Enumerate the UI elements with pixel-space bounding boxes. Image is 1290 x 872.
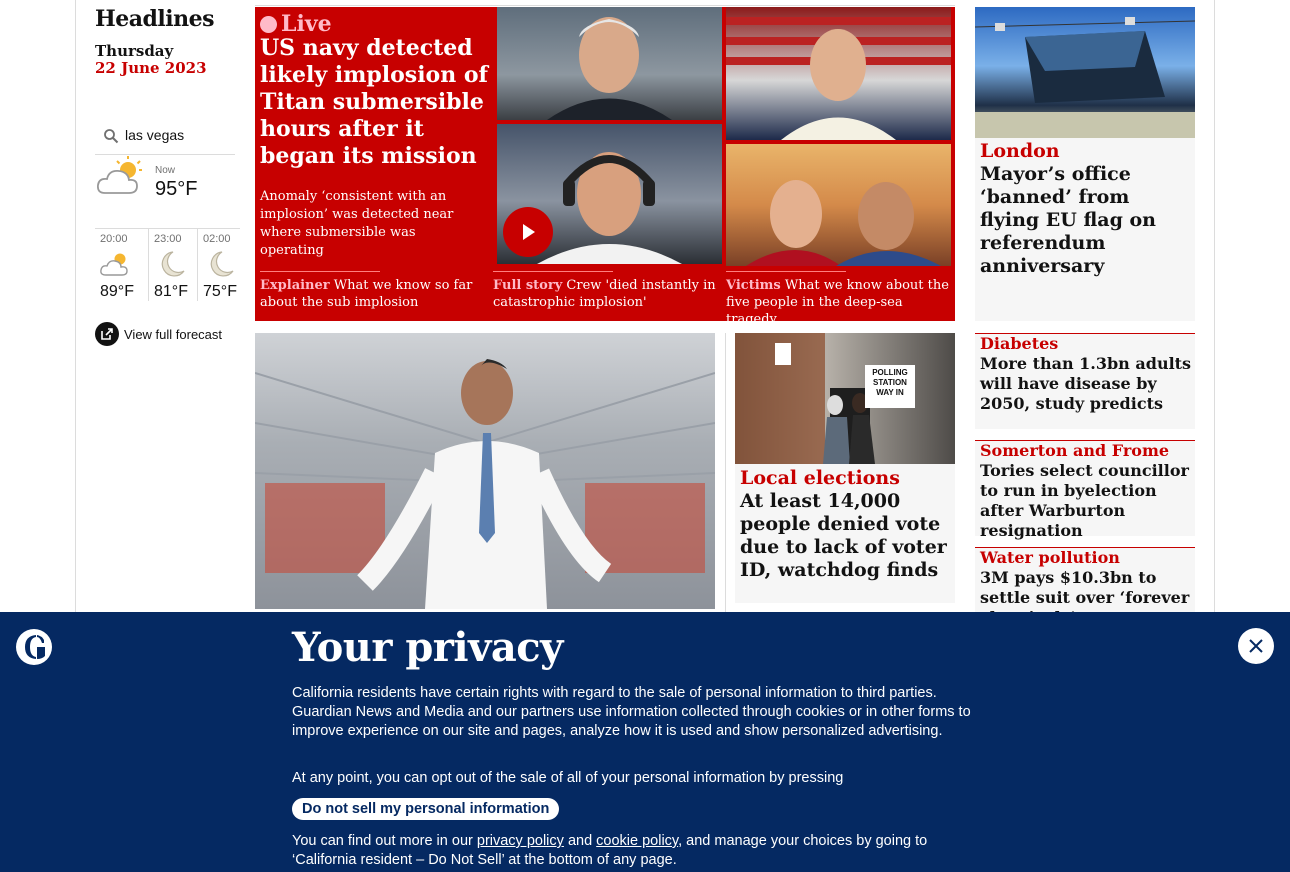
- diabetes-kicker: Diabetes: [980, 334, 1059, 353]
- live-label: Live: [281, 11, 332, 37]
- moon-icon: [210, 251, 234, 277]
- photo-father-son[interactable]: [726, 144, 951, 266]
- photo-city-hall: [974, 7, 1196, 138]
- view-full-forecast-label: View full forecast: [124, 326, 223, 342]
- local-elections-kicker: Local elections: [740, 467, 900, 489]
- lead-standfirst: Anomaly ‘consistent with an implosion’ w…: [260, 189, 454, 258]
- water-pollution-kicker: Water pollution: [980, 548, 1120, 567]
- date-full: 22 June 2023: [95, 59, 207, 77]
- forecast-time: 20:00: [100, 233, 128, 245]
- column-divider: [725, 333, 726, 613]
- somerton-kicker: Somerton and Frome: [980, 441, 1170, 460]
- play-button[interactable]: [503, 207, 553, 257]
- sublink-kicker: Full story: [493, 278, 563, 293]
- now-label: Now: [155, 165, 176, 176]
- photo-rishi-sunak-warehouse[interactable]: [254, 333, 716, 609]
- moon-icon: [161, 251, 185, 277]
- privacy-para-2: At any point, you can opt out of the sal…: [292, 770, 844, 786]
- forecast-time: 23:00: [154, 233, 182, 245]
- partly-cloudy-icon: [96, 156, 142, 194]
- top-rule: [255, 5, 955, 6]
- close-button[interactable]: [1238, 628, 1274, 664]
- live-dot-icon: [260, 15, 277, 33]
- london-card[interactable]: London Mayor’s office ‘banned’ from flyi…: [974, 7, 1196, 321]
- sublink-victims[interactable]: Victims What we know about the five peop…: [726, 271, 951, 328]
- headlines-title: Headlines: [95, 6, 215, 32]
- close-icon: [1249, 639, 1263, 653]
- privacy-banner: Your privacy California residents have c…: [0, 612, 1290, 872]
- sublink-rule: [493, 271, 613, 272]
- hourly-forecast: 20:00 89°F 23:00 81°F 02:00 75°F: [95, 228, 240, 301]
- london-headline[interactable]: Mayor’s office ‘banned’ from flying EU f…: [980, 163, 1192, 278]
- forecast-temp: 75°F: [203, 283, 237, 300]
- weather-location-input[interactable]: las vegas: [95, 122, 235, 155]
- lead-text: Live US navy detected likely implosion o…: [255, 7, 493, 277]
- forecast-time: 02:00: [203, 233, 231, 245]
- privacy-para-1: California residents have certain rights…: [292, 685, 971, 739]
- forecast-temp: 81°F: [154, 283, 188, 300]
- play-icon: [523, 224, 535, 240]
- somerton-card[interactable]: Somerton and Frome Tories select council…: [975, 440, 1195, 540]
- diabetes-card[interactable]: Diabetes More than 1.3bn adults will hav…: [975, 333, 1195, 429]
- live-badge: Live: [260, 11, 332, 37]
- privacy-para-3: You can find out more in our privacy pol…: [292, 832, 962, 870]
- search-icon: [104, 129, 119, 144]
- do-not-sell-button[interactable]: Do not sell my personal information: [292, 798, 560, 820]
- guardian-logo-icon: [16, 629, 52, 665]
- photo-polling-station: POLLING STATION WAY IN: [735, 333, 955, 464]
- partly-cloudy-icon: [100, 253, 128, 276]
- water-pollution-card[interactable]: Water pollution 3M pays $10.3bn to settl…: [975, 547, 1195, 627]
- sublink-kicker: Victims: [726, 278, 781, 293]
- forecast-hour: 23:00 81°F: [148, 229, 197, 301]
- view-full-forecast-link[interactable]: View full forecast: [95, 322, 222, 346]
- location-text: las vegas: [125, 127, 185, 143]
- sublink-kicker: Explainer: [260, 278, 330, 293]
- local-elections-card[interactable]: POLLING STATION WAY IN Local elections A…: [735, 333, 955, 603]
- now-temperature: 95°F: [155, 178, 198, 200]
- photo-man-portrait[interactable]: [497, 7, 722, 120]
- sublink-explainer[interactable]: Explainer What we know so far about the …: [260, 271, 485, 311]
- privacy-policy-link[interactable]: privacy policy: [477, 833, 564, 849]
- privacy-title: Your privacy: [292, 624, 563, 671]
- lead-story[interactable]: Live US navy detected likely implosion o…: [255, 7, 955, 327]
- sublink-rule: [260, 271, 380, 272]
- external-link-icon: [95, 322, 119, 346]
- cookie-policy-link[interactable]: cookie policy: [596, 833, 678, 849]
- lead-headline[interactable]: US navy detected likely implosion of Tit…: [260, 35, 488, 170]
- photo-man-flag[interactable]: [726, 7, 951, 140]
- date-day: Thursday: [95, 42, 174, 60]
- local-elections-headline[interactable]: At least 14,000 people denied vote due t…: [740, 490, 952, 582]
- privacy-para-3-start: You can find out more in our: [292, 833, 473, 849]
- diabetes-headline[interactable]: More than 1.3bn adults will have disease…: [980, 354, 1192, 414]
- sublink-rule: [726, 271, 846, 272]
- forecast-hour: 20:00 89°F: [95, 229, 143, 301]
- forecast-temp: 89°F: [100, 283, 134, 300]
- polling-station-sign: POLLING STATION WAY IN: [865, 365, 915, 408]
- lead-sublinks: Explainer What we know so far about the …: [255, 267, 955, 327]
- london-kicker: London: [980, 140, 1060, 162]
- sublink-full-story[interactable]: Full story Crew 'died instantly in catas…: [493, 271, 718, 311]
- somerton-headline[interactable]: Tories select councillor to run in byele…: [980, 461, 1192, 541]
- privacy-and: and: [567, 833, 593, 849]
- forecast-hour: 02:00 75°F: [197, 229, 246, 301]
